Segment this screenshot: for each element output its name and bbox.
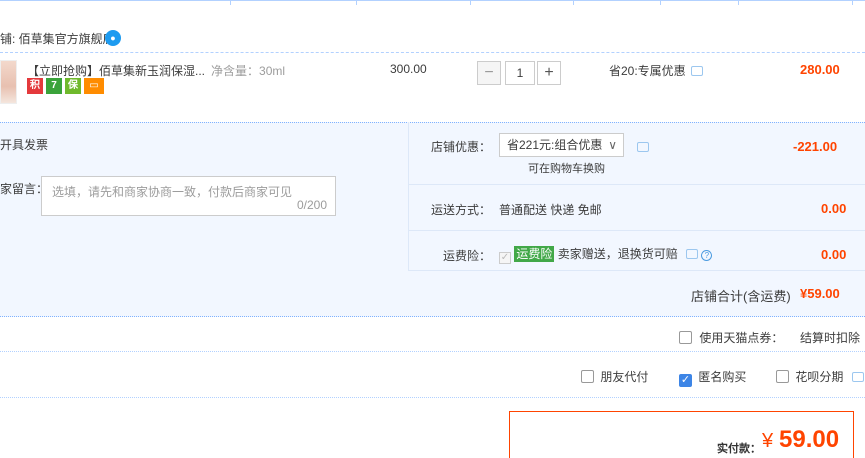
product-spec: 净含量：30ml: [211, 64, 286, 78]
item-promo-text: 省20:专属优惠: [609, 64, 686, 78]
friend-pay-option[interactable]: 朋友代付: [581, 368, 648, 385]
seven-day-return-icon[interactable]: 7: [46, 78, 62, 94]
row-divider: [408, 270, 865, 271]
product-thumbnail[interactable]: [0, 60, 17, 104]
shop-total-value: ¥59.00: [800, 286, 840, 301]
shop-total-label: 店铺合计(含运费): [691, 289, 791, 304]
shipping-method: 普通配送 快递 免邮: [499, 203, 602, 217]
product-title-text[interactable]: 【立即抢购】佰草集新玉润保湿...: [27, 64, 205, 78]
coupon-value: -221.00: [793, 139, 838, 154]
shop-name[interactable]: 铺: 佰草集官方旗舰店: [0, 30, 115, 48]
quantity-input[interactable]: 1: [505, 61, 535, 85]
huabei-checkbox[interactable]: [776, 370, 789, 383]
tmall-points-option[interactable]: 使用天猫点券：: [679, 329, 783, 346]
row-divider: [408, 230, 865, 231]
huabei-comment-icon[interactable]: [851, 372, 864, 382]
invoice-option[interactable]: 开具发票: [0, 136, 48, 153]
guarantee-icon[interactable]: 保: [65, 78, 81, 94]
insurance-label: 运费险：: [443, 249, 492, 263]
coupon-comment-icon[interactable]: [637, 142, 649, 152]
tmall-points-checkbox[interactable]: [679, 331, 692, 344]
wangwang-chat-icon[interactable]: ●: [105, 30, 121, 46]
coupon-select[interactable]: 省221元:组合优惠 ∨: [499, 133, 624, 157]
column-header-line: [0, 0, 865, 5]
shipping-value: 0.00: [821, 201, 847, 216]
insurance-desc: 卖家赠送，退换货可赔: [557, 247, 678, 261]
tmall-points-note: 结算时扣除: [800, 331, 861, 345]
coupon-note[interactable]: 可在购物车换购: [528, 160, 605, 176]
credit-card-icon[interactable]: ▭: [84, 78, 104, 94]
shipping-label: 运送方式：: [431, 203, 492, 217]
quantity-increase-button[interactable]: +: [537, 61, 561, 85]
promo-comment-icon[interactable]: [690, 66, 703, 76]
insurance-row: ✓ 运费险 卖家赠送，退换货可赔 ?: [499, 245, 713, 264]
item-subtotal: 280.00: [800, 62, 840, 77]
insurance-tag: 运费险: [514, 246, 555, 262]
tmall-points-label: 使用天猫点券：: [699, 331, 784, 345]
friend-pay-label: 朋友代付: [600, 370, 649, 384]
quantity-decrease-button[interactable]: −: [477, 61, 501, 85]
anonymous-label: 匿名购买: [698, 370, 747, 384]
huabei-option[interactable]: 花呗分期: [776, 368, 864, 385]
message-char-count: 0/200: [296, 198, 327, 212]
divider: [0, 351, 865, 352]
insurance-value: 0.00: [821, 247, 847, 262]
coupon-label: 店铺优惠：: [431, 140, 492, 154]
insurance-checkbox: ✓: [499, 252, 511, 264]
payment-currency: ¥: [762, 430, 774, 452]
help-icon[interactable]: ?: [701, 250, 713, 261]
panel-divider: [408, 122, 409, 270]
coupon-selected-value: 省221元:组合优惠: [507, 138, 603, 152]
row-divider: [408, 184, 865, 185]
huabei-label: 花呗分期: [795, 370, 844, 384]
seller-message-input[interactable]: 选填，请先和商家协商一致，付款后商家可见 0/200: [41, 176, 336, 216]
anonymous-checkbox[interactable]: ✓: [679, 374, 692, 387]
service-badges: 积 7 保 ▭: [27, 77, 107, 94]
divider: [0, 397, 865, 398]
payment-label: 实付款：: [717, 443, 761, 455]
chevron-down-icon: ∨: [608, 138, 617, 152]
payment-amount: 59.00: [779, 426, 840, 453]
item-promo: 省20:专属优惠: [609, 62, 703, 79]
anonymous-option[interactable]: ✓ 匿名购买: [679, 368, 746, 387]
points-badge-icon[interactable]: 积: [27, 78, 43, 94]
order-confirm-page: 铺: 佰草集官方旗舰店 ● 【立即抢购】佰草集新玉润保湿... 净含量：30ml …: [0, 0, 865, 458]
message-placeholder: 选填，请先和商家协商一致，付款后商家可见: [52, 185, 293, 199]
unit-price: 300.00: [390, 62, 427, 76]
friend-pay-checkbox[interactable]: [581, 370, 594, 383]
insurance-comment-icon[interactable]: [686, 249, 699, 259]
